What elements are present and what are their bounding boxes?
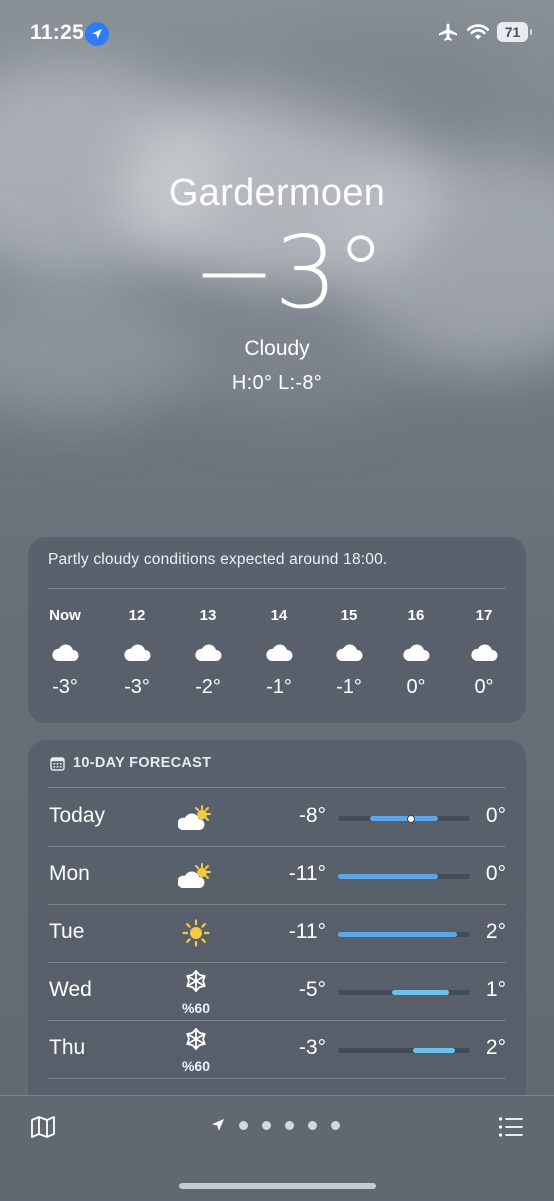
home-indicator	[179, 1183, 376, 1189]
hour-temperature: -3°	[124, 676, 150, 698]
temperature-range-fill	[413, 1048, 456, 1053]
page-dot[interactable]	[239, 1120, 248, 1130]
page-dot[interactable]	[285, 1120, 294, 1130]
hour-label: 17	[475, 607, 493, 624]
precip-chance: %60	[181, 1058, 211, 1074]
forecast-day: Tue	[49, 920, 85, 943]
hour-label: 13	[199, 607, 217, 624]
current-condition: Cloudy	[244, 337, 310, 360]
hour-label: 15	[340, 607, 358, 624]
wifi-icon	[466, 24, 490, 40]
forecast-low: -11°	[288, 920, 326, 943]
page-indicator[interactable]	[211, 1118, 340, 1132]
hour-column: 12 -3°	[107, 607, 167, 699]
page-dot[interactable]	[262, 1120, 271, 1130]
hour-column: 17 0°	[454, 607, 514, 699]
cloud-icon	[249, 632, 309, 672]
forecast-row[interactable]: Tue -11° 2°	[28, 904, 526, 962]
forecast-row[interactable]: Today -8° 0°	[28, 788, 526, 846]
forecast-high: 1°	[485, 978, 506, 1001]
forecast-row[interactable]: Wed %60 -5° 1°	[28, 962, 526, 1020]
current-weather: Gardermoen −3° Cloudy H:0° L:-8°	[0, 170, 554, 396]
map-icon[interactable]	[30, 1115, 56, 1139]
sun-icon	[172, 912, 220, 956]
cloud-icon	[454, 632, 514, 672]
partly-sunny-icon	[172, 796, 220, 840]
temperature-range-fill	[338, 932, 457, 937]
temperature-range-bar	[338, 990, 470, 995]
hour-column: Now -3°	[35, 607, 95, 699]
hour-temperature: 0°	[406, 676, 426, 698]
forecast-high: 2°	[485, 1036, 506, 1059]
hourly-forecast-card[interactable]: Partly cloudy conditions expected around…	[28, 537, 526, 723]
precip-chance: %60	[181, 1000, 211, 1016]
forecast-day: Wed	[49, 978, 92, 1001]
forecast-title: 10-DAY FORECAST	[73, 755, 212, 771]
cloud-icon	[319, 632, 379, 672]
hour-label: 14	[270, 607, 288, 624]
forecast-low: -8°	[298, 804, 326, 827]
forecast-header: 10-DAY FORECAST	[50, 755, 211, 771]
location-arrow-icon	[212, 1119, 224, 1131]
status-time: 11:25	[30, 21, 85, 44]
temperature-range-bar	[338, 1048, 470, 1053]
snowflake-icon: %60	[172, 970, 220, 1016]
snowflake-icon: %60	[172, 1028, 220, 1074]
hour-temperature: -3°	[52, 676, 78, 698]
forecast-low: -5°	[298, 978, 326, 1001]
cloud-icon	[35, 632, 95, 672]
forecast-day: Mon	[49, 862, 90, 885]
location-icon	[85, 22, 109, 46]
status-bar: 11:25 71	[0, 0, 554, 66]
bottom-toolbar	[0, 1095, 554, 1201]
list-icon[interactable]	[498, 1116, 524, 1138]
hour-label: 12	[128, 607, 146, 624]
high-low: H:0° L:-8°	[231, 372, 323, 394]
page-dot[interactable]	[331, 1120, 340, 1130]
forecast-day: Thu	[49, 1036, 86, 1059]
forecast-high: 0°	[485, 862, 506, 885]
temperature-range-fill	[369, 816, 439, 821]
ten-day-forecast-card[interactable]: 10-DAY FORECAST Today -8° 0° Mon -11° 0° Tue -1…	[28, 740, 526, 1100]
current-temperature: −3°	[192, 214, 385, 331]
hour-temperature: -2°	[195, 676, 221, 698]
forecast-low: -11°	[288, 862, 326, 885]
hour-temperature: -1°	[336, 676, 362, 698]
cloud-icon	[386, 632, 446, 672]
hour-temperature: 0°	[474, 676, 494, 698]
airplane-icon	[439, 23, 457, 41]
temperature-range-fill	[392, 990, 449, 995]
hourly-summary: Partly cloudy conditions expected around…	[48, 551, 388, 568]
forecast-row[interactable]: Thu %60 -3° 2°	[28, 1020, 526, 1078]
temperature-range-fill	[338, 874, 439, 879]
hour-column: 16 0°	[386, 607, 446, 699]
hour-label: 16	[407, 607, 425, 624]
hour-label: Now	[49, 607, 81, 624]
hour-temperature: -1°	[266, 676, 292, 698]
temperature-range-bar	[338, 874, 470, 879]
city-name: Gardermoen	[168, 172, 386, 214]
hour-column: 13 -2°	[178, 607, 238, 699]
forecast-high: 0°	[485, 804, 506, 827]
calendar-icon	[50, 756, 65, 771]
partly-sunny-icon	[172, 854, 220, 898]
cloud-icon	[178, 632, 238, 672]
hourly-list: Now -3° 12 -3° 13 -2° 14 -1° 15 -1° 16 0° 17 0°	[28, 607, 526, 707]
divider	[48, 1078, 506, 1079]
forecast-low: -3°	[298, 1036, 326, 1059]
battery-icon: 71	[497, 22, 532, 42]
page-dot[interactable]	[308, 1120, 317, 1130]
forecast-row[interactable]: Mon -11° 0°	[28, 846, 526, 904]
divider	[48, 588, 506, 589]
hour-column: 15 -1°	[319, 607, 379, 699]
temperature-range-bar	[338, 932, 470, 937]
forecast-high: 2°	[485, 920, 506, 943]
hour-column: 14 -1°	[249, 607, 309, 699]
current-temp-marker	[406, 814, 415, 823]
temperature-range-bar	[338, 814, 470, 823]
cloud-icon	[107, 632, 167, 672]
forecast-day: Today	[49, 804, 106, 827]
